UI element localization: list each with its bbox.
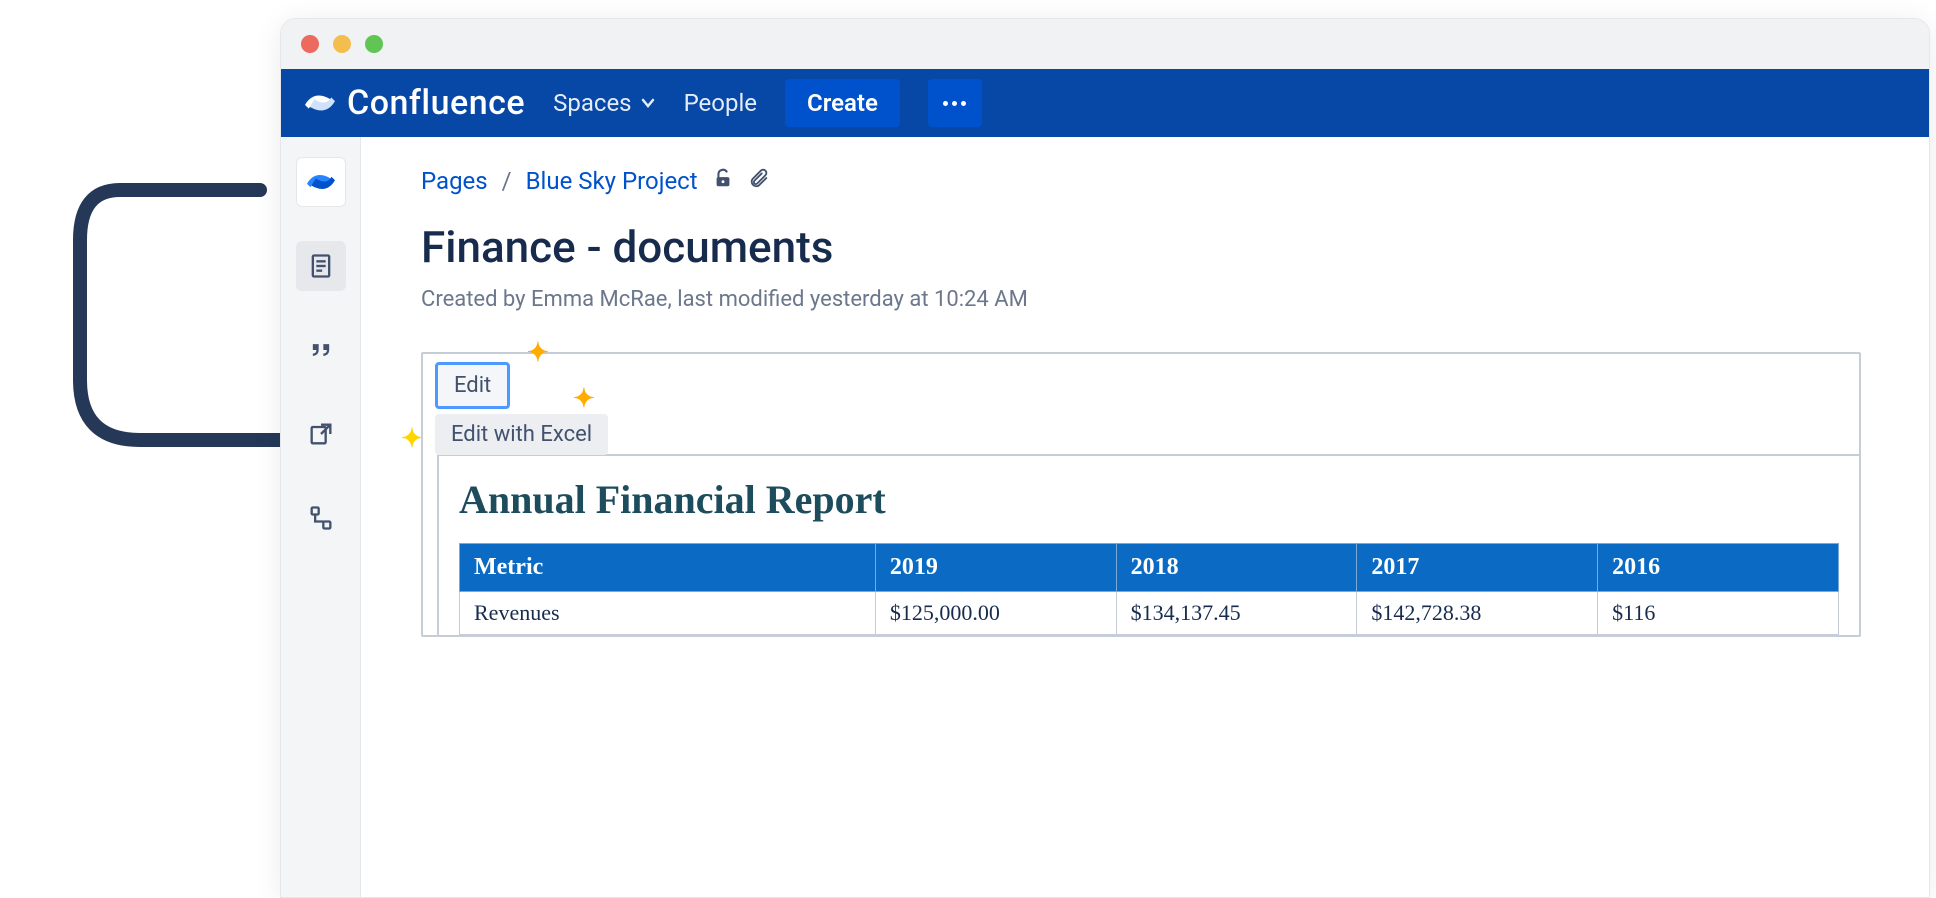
create-button[interactable]: Create <box>785 79 900 127</box>
attachments-icon[interactable] <box>748 167 770 195</box>
confluence-logo-icon <box>305 88 335 118</box>
brand[interactable]: Confluence <box>305 83 525 123</box>
chevron-down-icon <box>640 95 656 111</box>
edit-with-excel-label: Edit with Excel <box>451 422 592 447</box>
sidebar-pages[interactable] <box>296 241 346 291</box>
sidebar-blog[interactable] <box>296 325 346 375</box>
dot-icon <box>961 101 966 106</box>
sidebar-shortcuts[interactable] <box>296 409 346 459</box>
edit-button[interactable]: Edit <box>435 362 510 409</box>
breadcrumb-separator: / <box>502 167 512 195</box>
cell-2018: $134,137.45 <box>1116 592 1357 635</box>
breadcrumb-project[interactable]: Blue Sky Project <box>526 167 698 195</box>
nav-people-label: People <box>684 89 757 117</box>
finance-table: Metric 2019 2018 2017 2016 Revenues $125… <box>459 543 1839 635</box>
col-metric: Metric <box>460 544 876 592</box>
col-2017: 2017 <box>1357 544 1598 592</box>
page-title: Finance - documents <box>421 221 1929 273</box>
sparkle-icon: ✦ <box>573 384 595 414</box>
restrictions-icon[interactable] <box>712 167 734 195</box>
dot-icon <box>943 101 948 106</box>
confluence-glyph-icon <box>307 168 335 196</box>
external-link-icon <box>307 420 335 448</box>
page-icon <box>307 252 335 280</box>
quote-icon <box>307 336 335 364</box>
col-2019: 2019 <box>875 544 1116 592</box>
cell-2017: $142,728.38 <box>1357 592 1598 635</box>
sidebar-tree[interactable] <box>296 493 346 543</box>
cell-2016: $116 <box>1598 592 1839 635</box>
report-title: Annual Financial Report <box>459 476 1839 523</box>
breadcrumbs: Pages / Blue Sky Project <box>421 167 1929 195</box>
create-button-label: Create <box>807 89 878 117</box>
cell-2019: $125,000.00 <box>875 592 1116 635</box>
table-row: Revenues $125,000.00 $134,137.45 $142,72… <box>460 592 1839 635</box>
dot-icon <box>952 101 957 106</box>
more-button[interactable] <box>928 79 982 127</box>
breadcrumb-pages[interactable]: Pages <box>421 167 488 195</box>
nav-spaces-label: Spaces <box>553 89 631 117</box>
window-titlebar <box>281 19 1929 69</box>
cell-metric: Revenues <box>460 592 876 635</box>
edit-button-label: Edit <box>454 373 491 398</box>
embedded-document: Annual Financial Report Metric 2019 2018… <box>437 454 1859 635</box>
sparkle-icon: ✦ <box>527 338 549 368</box>
sparkle-icon: ✦ <box>401 424 423 454</box>
edit-with-excel-button[interactable]: Edit with Excel <box>435 414 608 455</box>
col-2016: 2016 <box>1598 544 1839 592</box>
window-minimize-icon[interactable] <box>333 35 351 53</box>
brand-label: Confluence <box>347 83 525 123</box>
nav-people[interactable]: People <box>684 89 757 117</box>
table-header-row: Metric 2019 2018 2017 2016 <box>460 544 1839 592</box>
app-window: Confluence Spaces People Create <box>280 18 1930 898</box>
topbar: Confluence Spaces People Create <box>281 69 1929 137</box>
window-maximize-icon[interactable] <box>365 35 383 53</box>
nav-spaces[interactable]: Spaces <box>553 89 655 117</box>
tree-icon <box>307 504 335 532</box>
page-content: Pages / Blue Sky Project Finance - doc <box>361 137 1929 897</box>
embedded-file: ✦ ✦ ✦ Edit Edit with Excel Annual Financ… <box>421 352 1861 637</box>
space-icon[interactable] <box>296 157 346 207</box>
window-close-icon[interactable] <box>301 35 319 53</box>
sidebar <box>281 137 361 897</box>
page-meta: Created by Emma McRae, last modified yes… <box>421 287 1929 312</box>
col-2018: 2018 <box>1116 544 1357 592</box>
